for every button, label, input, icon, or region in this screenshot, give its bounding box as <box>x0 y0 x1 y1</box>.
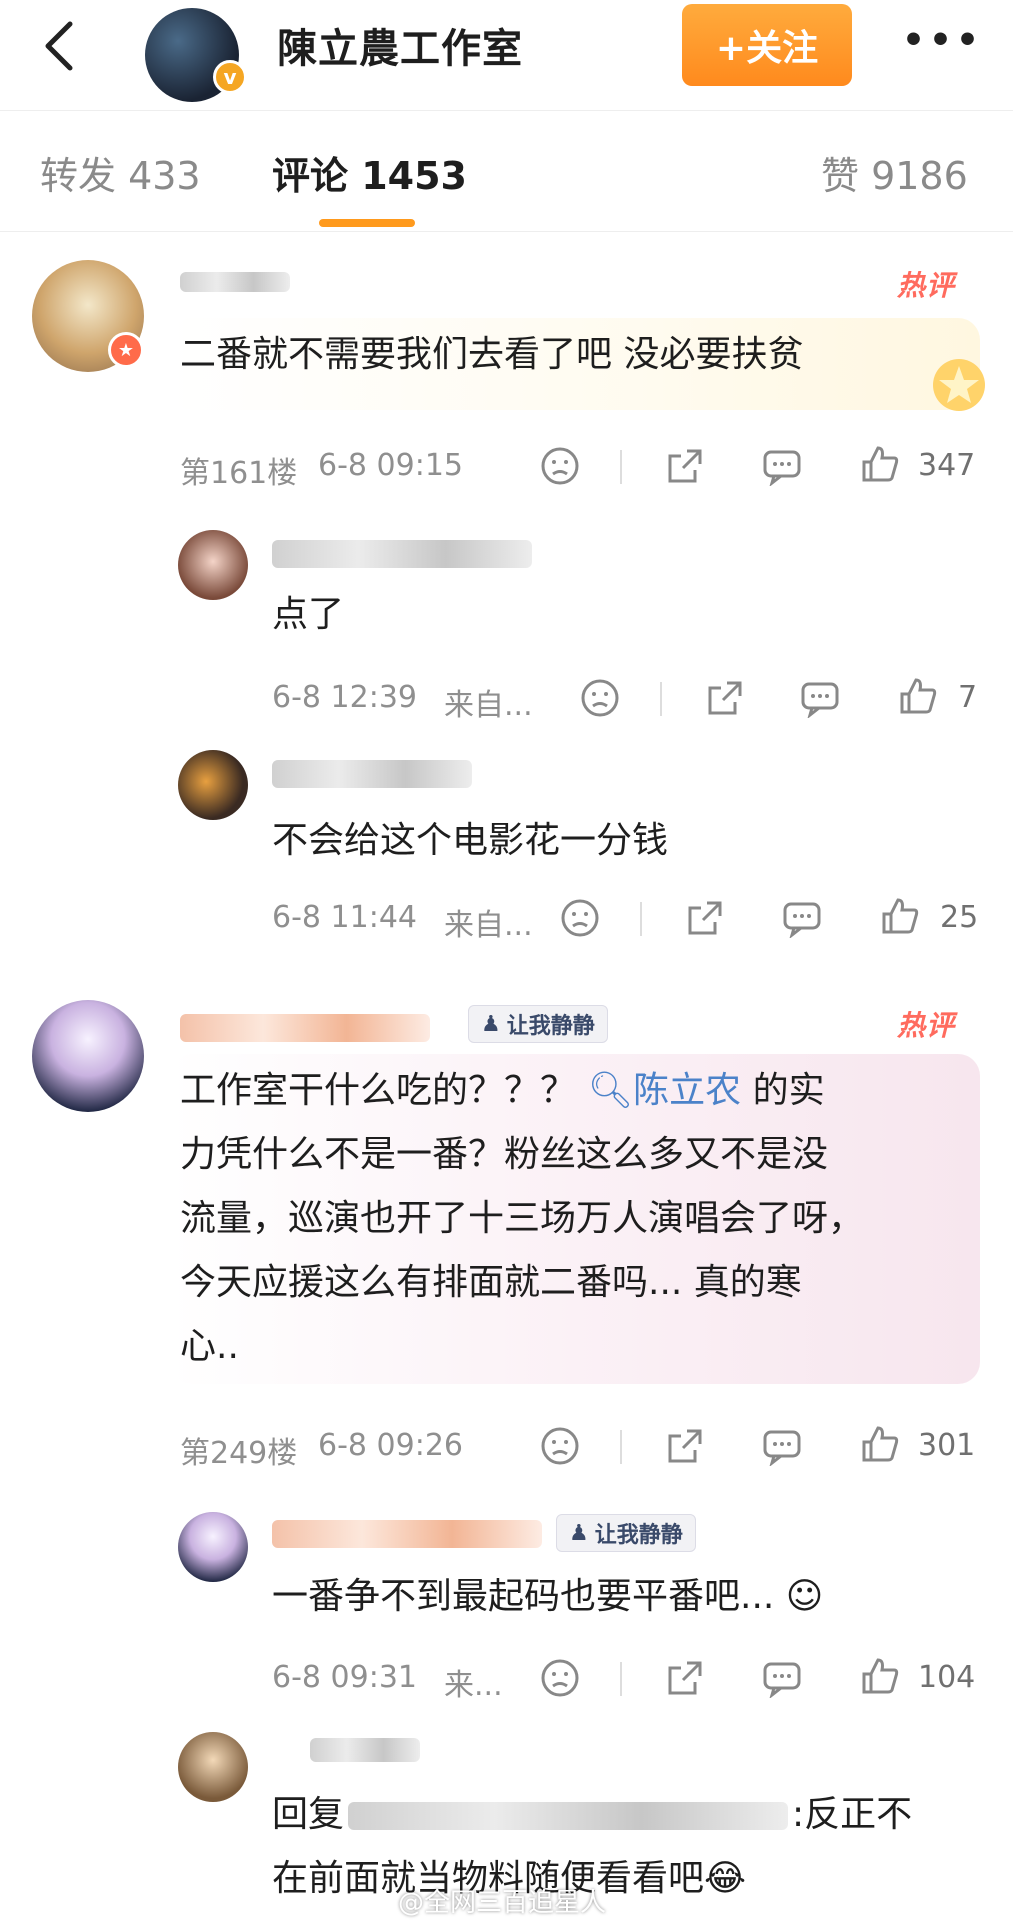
share-icon[interactable] <box>705 678 745 718</box>
blurred-username[interactable] <box>180 1014 430 1042</box>
badge-icon: ♟ <box>481 1011 501 1037</box>
reply-text: 点了 <box>272 594 345 635</box>
reply-time: 6-8 09:31 <box>272 1660 417 1695</box>
badge-icon: ♟ <box>569 1520 589 1546</box>
blurred-username[interactable] <box>180 272 290 292</box>
comment-time: 6-8 09:15 <box>318 448 463 483</box>
reply-text-line: 回复:反正不 <box>272 1794 913 1835</box>
tab-reposts[interactable]: 转发 433 <box>40 145 201 200</box>
share-icon[interactable] <box>665 1426 705 1466</box>
reply-text: 不会给这个电影花一分钱 <box>272 820 669 861</box>
dislike-icon[interactable] <box>540 1426 580 1466</box>
dislike-icon[interactable] <box>540 1658 580 1698</box>
comment-text-line: 力凭什么不是一番？粉丝这么多又不是没 <box>180 1134 829 1175</box>
like-icon[interactable] <box>880 896 920 936</box>
more-options-icon[interactable]: ••• <box>902 16 979 66</box>
separator <box>620 1430 622 1464</box>
comment-icon[interactable] <box>762 446 802 486</box>
comment-time: 6-8 09:26 <box>318 1428 463 1463</box>
dislike-icon[interactable] <box>560 898 600 938</box>
hot-comment-label: 热评 <box>897 1009 956 1042</box>
mention-link[interactable]: 🔍︎陈立农 <box>587 1070 741 1111</box>
reply-time: 6-8 11:44 <box>272 900 417 935</box>
hot-comment-label: 热评 <box>897 269 956 302</box>
reply-source: 来自... <box>444 688 533 723</box>
comment-icon[interactable] <box>800 678 840 718</box>
share-icon[interactable] <box>665 446 705 486</box>
blurred-reply-target[interactable] <box>348 1802 789 1830</box>
reply-source: 来自... <box>444 908 533 943</box>
dislike-icon[interactable] <box>540 446 580 486</box>
like-count: 301 <box>918 1428 976 1463</box>
back-arrow-icon[interactable] <box>36 18 84 74</box>
comment-icon[interactable] <box>782 898 822 938</box>
share-icon[interactable] <box>685 898 725 938</box>
commenter-avatar[interactable] <box>32 1000 144 1112</box>
tab-likes[interactable]: 赞 9186 <box>821 145 968 200</box>
dislike-icon[interactable] <box>580 678 620 718</box>
reply-avatar[interactable] <box>178 530 248 600</box>
reply-avatar[interactable] <box>178 1512 248 1582</box>
reply-avatar[interactable] <box>178 750 248 820</box>
watermark: @全网三百追星人 <box>398 1888 607 1918</box>
separator <box>660 682 662 716</box>
fan-badge: ♟ 让我静静 <box>468 1005 608 1043</box>
share-icon[interactable] <box>665 1658 705 1698</box>
reply-time: 6-8 12:39 <box>272 680 417 715</box>
comment-icon[interactable] <box>762 1658 802 1698</box>
like-count: 347 <box>918 448 976 483</box>
comment-floor: 第161楼 <box>180 456 298 491</box>
follow-button[interactable]: +关注 <box>682 4 852 86</box>
separator <box>620 450 622 484</box>
comment-text: 二番就不需要我们去看了吧 没必要扶贫 <box>180 334 804 375</box>
comment-text-line: 今天应援这么有排面就二番吗... 真的寒 <box>180 1262 802 1303</box>
like-icon[interactable] <box>860 1656 900 1696</box>
like-icon[interactable] <box>860 444 900 484</box>
laugh-cry-emoji-icon: 😂 <box>704 1858 747 1899</box>
comment-floor: 第249楼 <box>180 1436 298 1471</box>
blurred-username[interactable] <box>272 540 532 568</box>
comment-text-line: 工作室干什么吃的？？？ 🔍︎陈立农 的实 <box>180 1070 825 1111</box>
member-badge-icon: ★ <box>108 332 144 368</box>
active-tab-indicator <box>319 219 415 227</box>
reply-avatar[interactable] <box>178 1732 248 1802</box>
reward-badge-icon <box>930 356 988 414</box>
separator <box>640 902 642 936</box>
tab-comments[interactable]: 评论 1453 <box>272 145 467 200</box>
tab-bar: 转发 433 评论 1453 赞 9186 <box>0 110 1013 232</box>
reply-text: 一番争不到最起码也要平番吧... ☺ <box>272 1576 824 1617</box>
blurred-username[interactable] <box>310 1738 420 1762</box>
comment-icon[interactable] <box>762 1426 802 1466</box>
like-count: 104 <box>918 1660 976 1695</box>
like-count: 25 <box>940 900 979 935</box>
top-bar: v 陳立農工作室 +关注 ••• <box>0 0 1013 106</box>
like-icon[interactable] <box>860 1424 900 1464</box>
verified-badge-icon: v <box>213 60 247 94</box>
like-count: 7 <box>958 680 978 715</box>
comment-text-line: 心.. <box>180 1326 239 1367</box>
account-title[interactable]: 陳立農工作室 <box>277 16 523 74</box>
blurred-username[interactable] <box>272 760 472 788</box>
smile-emoji-icon: ☺ <box>785 1576 824 1617</box>
like-icon[interactable] <box>898 676 938 716</box>
blurred-username[interactable] <box>272 1520 542 1548</box>
reply-source: 来... <box>444 1668 503 1703</box>
fan-badge: ♟ 让我静静 <box>556 1514 696 1552</box>
comment-text-line: 流量，巡演也开了十三场万人演唱会了呀， <box>180 1198 865 1239</box>
separator <box>620 1662 622 1696</box>
